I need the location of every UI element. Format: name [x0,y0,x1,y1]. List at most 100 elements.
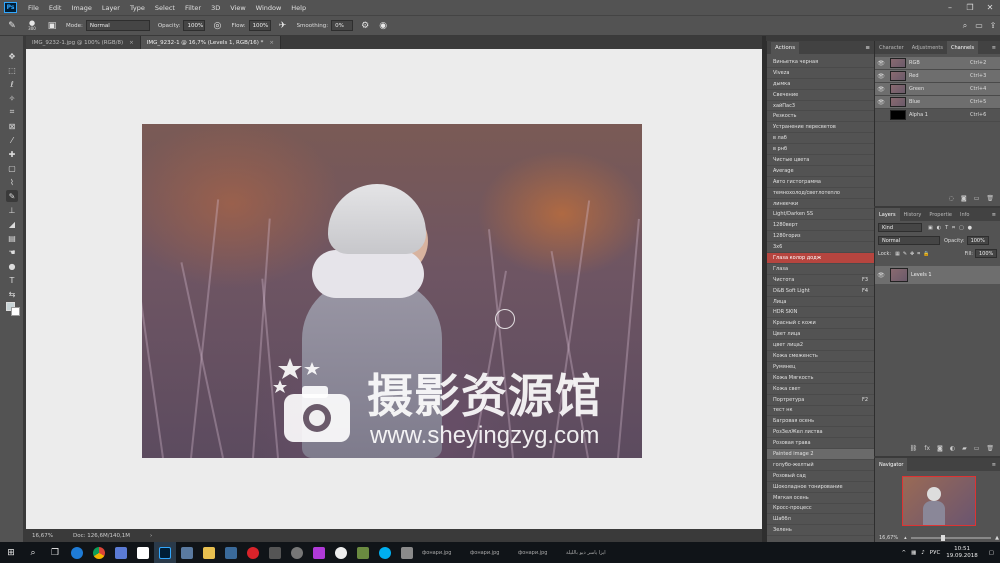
menu-select[interactable]: Select [150,4,180,12]
action-item[interactable]: хайПас3 [767,101,874,112]
navigator-zoom-value[interactable]: 16,67% [879,535,898,541]
crop-tool-icon[interactable]: ⌗ [6,106,18,118]
action-item[interactable]: РозЗелЖел листва [767,427,874,439]
chrome-icon[interactable] [88,542,110,563]
action-item[interactable]: 3x6 [767,242,874,254]
menu-help[interactable]: Help [286,4,311,12]
action-item[interactable]: Цвет лица [767,329,874,341]
stamp-tool-icon[interactable]: ⊥ [6,204,18,216]
search-icon[interactable]: ⌕ [22,542,44,563]
windows-start-icon[interactable]: ⊞ [0,542,22,563]
task-view-icon[interactable]: ❐ [44,542,66,563]
action-item[interactable]: Шоколадное тонирование [767,482,874,493]
taskbar-file[interactable]: фонари.jpg [518,550,566,556]
new-group-icon[interactable]: ▰ [962,445,967,452]
new-layer-icon[interactable]: ▭ [974,445,980,452]
mixer-brush-tool-icon[interactable]: ⌇ [6,176,18,188]
frame-tool-icon[interactable]: ⊠ [6,120,18,132]
action-item[interactable]: Кожа свет [767,384,874,395]
action-item[interactable]: линеечки [767,199,874,210]
language-indicator[interactable]: РУС [930,550,941,556]
healing-tool-icon[interactable]: ✚ [6,148,18,160]
menu-3d[interactable]: 3D [206,4,225,12]
share-icon[interactable]: ⇪ [986,21,1000,31]
channel-blue[interactable]: 👁 Blue Ctrl+5 [875,96,1000,109]
tab-info[interactable]: Info [956,208,973,221]
action-item[interactable]: Average [767,166,874,177]
pressure-size-icon[interactable]: ◉ [377,20,389,32]
navigator-preview[interactable] [902,476,976,526]
flow-field[interactable]: 100% [248,20,271,31]
eye-icon[interactable]: 👁 [875,99,887,106]
action-item[interactable]: Кожа Мягкость [767,373,874,384]
network-icon[interactable]: ▦ [911,550,916,556]
menu-file[interactable]: File [23,4,44,12]
app-icon[interactable] [176,542,198,563]
eyedropper-tool-icon[interactable]: ⁄ [6,134,18,146]
action-item[interactable]: Авто гистограмма [767,177,874,188]
taskbar-file[interactable]: фонари.jpg [422,550,470,556]
app-icon[interactable] [352,542,374,563]
tab-navigator[interactable]: Navigator [875,458,908,471]
menu-type[interactable]: Type [125,4,150,12]
lock-icons[interactable]: ▦✎✥⌗🔒 [895,251,932,257]
action-item[interactable]: Портретура F2 [767,395,874,406]
action-item[interactable]: Кожа смеженсть [767,351,874,362]
action-item[interactable]: Глаза [767,264,874,275]
channel-green[interactable]: 👁 Green Ctrl+4 [875,83,1000,96]
action-item[interactable]: Виньетка черная [767,57,874,68]
document-image[interactable]: 摄影资源馆 www.sheyingzyg.com [142,124,642,458]
opera-icon[interactable] [242,542,264,563]
action-item[interactable]: Розовый сад [767,471,874,482]
tab-character[interactable]: Character [875,41,908,54]
channel-red[interactable]: 👁 Red Ctrl+3 [875,70,1000,83]
zoom-in-icon[interactable]: ▲ [995,535,999,541]
action-item[interactable]: тест нк [767,406,874,417]
app-icon[interactable] [220,542,242,563]
pressure-opacity-icon[interactable]: ◎ [211,20,223,32]
layer-name[interactable]: Levels 1 [911,272,932,278]
brush-preset-icon[interactable]: ● 300 [24,20,40,32]
tab-img-levels[interactable]: IMG_9232-1 @ 16,7% (Levels 1, RGB/16) * … [140,36,282,49]
tab-history[interactable]: History [900,208,926,221]
close-tab-icon[interactable]: × [129,40,134,46]
action-item[interactable]: Шаббл [767,514,874,526]
action-item[interactable]: дымка [767,79,874,90]
color-swatches[interactable] [6,302,20,316]
zoom-slider-handle[interactable] [940,535,945,541]
delete-layer-icon[interactable]: 🗑 [986,445,994,452]
word-icon[interactable] [132,542,154,563]
background-color[interactable] [11,307,20,316]
app-icon[interactable] [286,542,308,563]
edge-icon[interactable] [66,542,88,563]
close-icon[interactable]: ✕ [980,3,1000,12]
brush-tool-selected-icon[interactable]: ✎ [6,190,18,202]
load-selection-icon[interactable]: ◌ [949,195,954,202]
canvas-area[interactable]: 摄影资源馆 www.sheyingzyg.com [26,49,762,529]
action-item[interactable]: Лица [767,297,874,308]
app-icon[interactable] [308,542,330,563]
smudge-tool-icon[interactable]: ☚ [6,246,18,258]
panel-menu-icon[interactable]: ≡ [988,41,1000,54]
channel-alpha[interactable]: Alpha 1 Ctrl+6 [875,109,1000,122]
clock[interactable]: 10:51 19.09.2018 [946,546,978,560]
panel-menu-icon[interactable]: ≡ [865,45,870,51]
action-item[interactable]: Чистые цвета [767,155,874,166]
action-item[interactable]: Свечение [767,90,874,101]
volume-icon[interactable]: ♪ [921,550,925,556]
menu-edit[interactable]: Edit [44,4,67,12]
menu-filter[interactable]: Filter [180,4,206,12]
action-item[interactable]: Чистота F3 [767,275,874,286]
actions-tab[interactable]: Actions [771,41,800,54]
eye-icon[interactable]: 👁 [875,60,887,67]
filter-icons[interactable]: ▣◐T⌗▢● [928,225,976,231]
tab-channels[interactable]: Channels [947,41,979,54]
action-item[interactable]: Румянец [767,362,874,373]
action-item[interactable]: Кросс-процесс [767,504,874,515]
add-mask-icon[interactable]: ◙ [937,445,943,452]
minimize-icon[interactable]: – [940,3,960,12]
eye-icon[interactable]: 👁 [875,86,887,93]
fill-field[interactable]: 100% [975,249,997,258]
tab-properties[interactable]: Propertie [925,208,956,221]
action-item[interactable]: Глаза колор додж [767,253,874,264]
